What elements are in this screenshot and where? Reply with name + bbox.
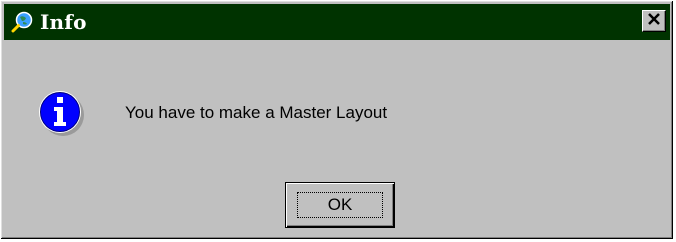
message-text: You have to make a Master Layout: [125, 103, 388, 122]
magnifier-globe-icon: [10, 9, 36, 35]
ok-button-label: OK: [327, 195, 353, 214]
focus-rectangle: OK: [297, 192, 383, 218]
window-title: Info: [40, 10, 87, 34]
info-dialog: Info You have to make a Master Layout OK: [0, 0, 674, 240]
title-bar[interactable]: Info: [4, 4, 670, 40]
information-icon: [37, 89, 85, 137]
close-button[interactable]: [642, 10, 666, 32]
ok-button[interactable]: OK: [285, 182, 395, 228]
close-icon: [647, 12, 661, 30]
